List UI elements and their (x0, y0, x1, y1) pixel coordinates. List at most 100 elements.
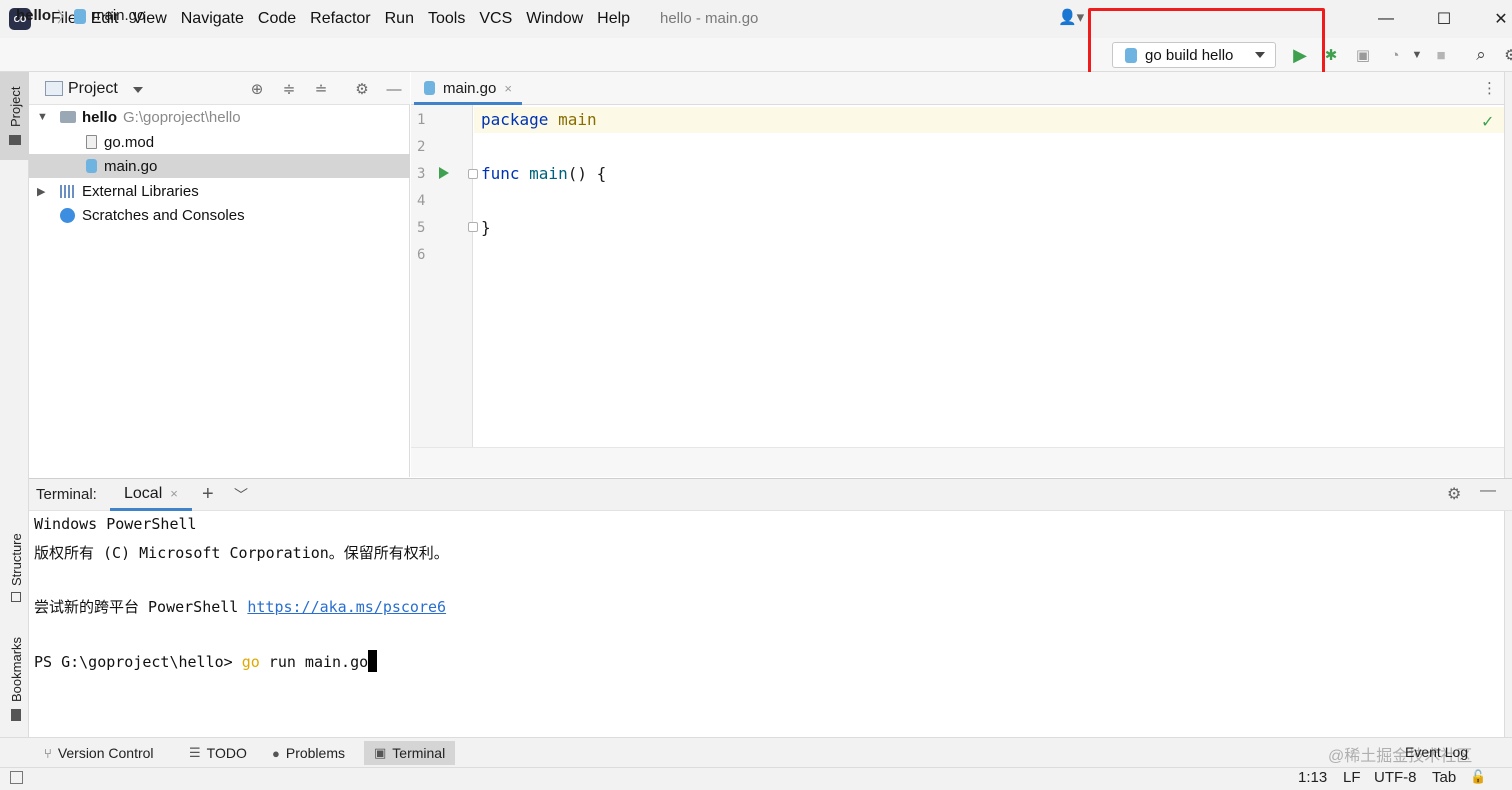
folder-icon (60, 111, 76, 123)
stripe-structure-button[interactable]: Structure (0, 520, 29, 610)
tool-version-control[interactable]: ⑂ Version Control (34, 741, 164, 765)
chevron-down-icon[interactable]: ﹀ (234, 485, 248, 505)
terminal-link[interactable]: https://aka.ms/pscore6 (247, 598, 446, 616)
menu-window[interactable]: Window (519, 0, 590, 38)
tool-terminal[interactable]: ▣ Terminal (364, 741, 456, 765)
chevron-down-icon[interactable] (133, 87, 143, 93)
tool-todo[interactable]: ☰ TODO (179, 741, 257, 765)
problems-icon: ● (272, 745, 280, 761)
tree-item-path: G:\goproject\hello (123, 108, 241, 126)
tree-item-go-mod[interactable]: go.mod (29, 130, 410, 154)
maximize-button[interactable]: ☐ (1415, 0, 1473, 38)
tree-item-scratches[interactable]: Scratches and Consoles (29, 203, 410, 227)
minimize-button[interactable]: — (1357, 0, 1415, 38)
tree-label: go.mod (104, 133, 155, 151)
hide-icon[interactable]: — (384, 79, 404, 99)
add-terminal-icon[interactable]: + (202, 483, 214, 506)
code-line-5: } (481, 218, 491, 237)
status-bar (0, 767, 1512, 790)
file-icon (86, 135, 97, 149)
bug-icon[interactable]: ✱ (1320, 44, 1342, 66)
code-function-name: main (519, 164, 568, 183)
search-icon[interactable]: ⌕ (1470, 44, 1492, 66)
terminal-command: go (241, 653, 260, 671)
menu-code[interactable]: Code (251, 0, 303, 38)
menu-run[interactable]: Run (378, 0, 421, 38)
toggle-tool-windows-icon[interactable] (10, 771, 23, 784)
profile-icon[interactable]: ◔ (1384, 44, 1406, 66)
check-icon: ✓ (1481, 114, 1495, 131)
branch-icon: ⑂ (44, 745, 52, 761)
gear-icon[interactable]: ⚙ (1447, 484, 1461, 504)
project-panel-title[interactable]: Project (68, 80, 118, 98)
status-indent[interactable]: Tab (1432, 769, 1456, 786)
tool-label: Terminal (392, 745, 446, 761)
breadcrumb-separator: 〉 (57, 9, 73, 26)
tree-item-hello[interactable]: ▼ hello G:\goproject\hello (29, 105, 410, 129)
stop-icon[interactable]: ■ (1430, 44, 1452, 66)
tree-item-external-libraries[interactable]: ▶ External Libraries (29, 179, 410, 203)
go-file-icon (86, 159, 97, 173)
close-icon[interactable]: × (170, 486, 178, 501)
event-log-button[interactable]: Event Log (1405, 744, 1468, 760)
current-line-highlight (474, 107, 1504, 133)
folder-icon (9, 135, 21, 145)
stripe-structure-label: Structure (9, 533, 24, 586)
window-title: hello - main.go (660, 10, 759, 27)
fold-icon[interactable] (468, 222, 478, 232)
more-icon[interactable]: ⋮ (1482, 79, 1497, 97)
terminal-prompt-line: PS G:\goproject\hello> go run main.go (34, 650, 378, 672)
terminal-header (29, 478, 1512, 511)
gear-icon[interactable]: ⚙ (1500, 44, 1512, 66)
line-number: 4 (417, 193, 426, 209)
close-button[interactable]: ✕ (1472, 0, 1512, 38)
editor-tab-label: main.go (443, 79, 497, 97)
breadcrumb-file[interactable]: main.go (92, 7, 145, 24)
collapse-all-icon[interactable]: ≐ (311, 79, 331, 99)
tree-label: hello G:\goproject\hello (82, 108, 241, 126)
editor-gutter (411, 105, 473, 447)
tree-item-main-go[interactable]: main.go (29, 154, 410, 178)
status-line-separator[interactable]: LF (1343, 769, 1361, 786)
expand-all-icon[interactable]: ≑ (279, 79, 299, 99)
lock-icon[interactable]: 🔓 (1470, 769, 1486, 785)
tool-label: TODO (206, 745, 247, 761)
status-caret-position[interactable]: 1:13 (1298, 769, 1327, 786)
stripe-project-button[interactable]: Project (0, 72, 29, 160)
go-file-icon (424, 81, 435, 95)
breadcrumb-project[interactable]: hello (16, 7, 51, 24)
menu-navigate[interactable]: Navigate (174, 0, 251, 38)
tool-problems[interactable]: ● Problems (262, 741, 355, 765)
chevron-right-icon[interactable]: ▶ (37, 185, 45, 198)
terminal-title: Terminal: (36, 486, 97, 503)
stripe-bookmarks-button[interactable]: Bookmarks (0, 625, 29, 725)
user-icon[interactable]: 👤▾ (1058, 8, 1088, 26)
tool-label: Version Control (57, 745, 154, 761)
code-area[interactable] (474, 105, 1504, 447)
code-keyword: package (481, 110, 549, 129)
play-icon[interactable]: ▶ (1289, 44, 1311, 66)
editor-bottom-area (411, 447, 1512, 477)
chevron-down-icon[interactable]: ▼ (37, 111, 48, 123)
gear-icon[interactable]: ⚙ (352, 79, 372, 99)
menu-tools[interactable]: Tools (421, 0, 472, 38)
code-package-name: main (548, 110, 597, 129)
hide-icon[interactable]: — (1480, 482, 1496, 500)
right-tool-stripe (1504, 72, 1512, 737)
close-icon[interactable]: × (504, 81, 512, 96)
status-encoding[interactable]: UTF-8 (1374, 769, 1417, 786)
run-gutter-icon[interactable] (439, 167, 449, 179)
chevron-down-icon[interactable]: ▼ (1406, 44, 1428, 66)
terminal-icon: ▣ (374, 745, 387, 760)
menu-vcs[interactable]: VCS (472, 0, 519, 38)
menu-refactor[interactable]: Refactor (303, 0, 377, 38)
tree-label: Scratches and Consoles (82, 206, 245, 224)
terminal-tab-local[interactable]: Local × (110, 479, 192, 511)
coverage-icon[interactable]: ▣ (1352, 44, 1374, 66)
bookmark-icon (11, 709, 21, 721)
code-text: () { (567, 164, 607, 183)
menu-help[interactable]: Help (590, 0, 637, 38)
locate-icon[interactable]: ⊕ (247, 79, 267, 99)
fold-icon[interactable] (468, 169, 478, 179)
editor-tab-main-go[interactable]: main.go × (414, 74, 522, 105)
